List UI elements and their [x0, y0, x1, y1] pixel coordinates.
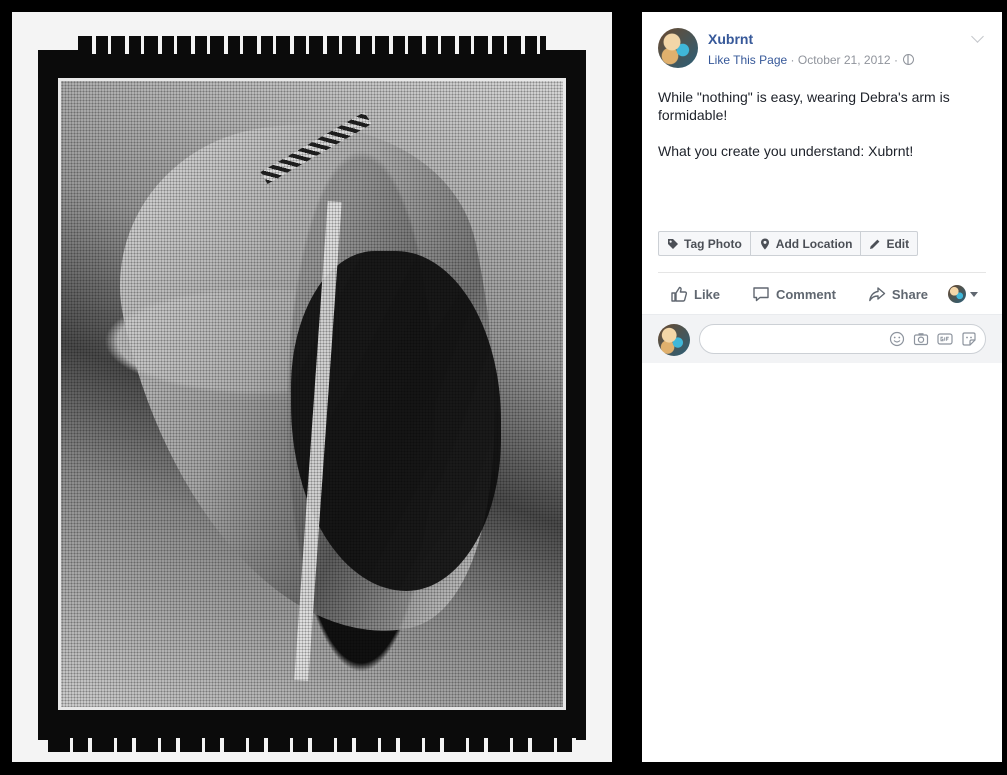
sticker-icon[interactable]: [961, 331, 977, 347]
add-location-button[interactable]: Add Location: [749, 231, 862, 256]
add-location-label: Add Location: [775, 236, 853, 251]
camera-icon[interactable]: [913, 331, 929, 347]
caret-icon: [969, 291, 978, 297]
divider: [658, 272, 986, 273]
reaction-bar: Like Comment Share: [658, 280, 986, 308]
comment-icon: [753, 287, 769, 302]
comment-field[interactable]: [699, 324, 986, 354]
comment-input[interactable]: [710, 331, 884, 349]
tag-photo-button[interactable]: Tag Photo: [658, 231, 751, 256]
post-panel: Xubrnt Like This Page · October 21, 2012…: [642, 12, 1002, 762]
polaroid-border: [38, 36, 586, 752]
post-meta: Like This Page · October 21, 2012 ·: [708, 53, 915, 67]
comment-button[interactable]: Comment: [740, 285, 848, 303]
page-avatar[interactable]: [658, 28, 698, 68]
post-header: Xubrnt Like This Page · October 21, 2012…: [658, 28, 986, 72]
edit-label: Edit: [886, 236, 910, 251]
emoji-icon[interactable]: [889, 331, 905, 347]
tag-icon: [668, 238, 678, 249]
post-photo[interactable]: [12, 12, 612, 762]
comment-composer: [642, 314, 1002, 363]
post-paragraph: What you create you understand: Xubrnt!: [658, 143, 914, 159]
like-icon: [671, 286, 688, 302]
photo-image: [58, 78, 566, 710]
post-text: While "nothing" is easy, wearing Debra's…: [658, 88, 978, 178]
tag-photo-label: Tag Photo: [684, 236, 742, 251]
chevron-down-icon[interactable]: [971, 30, 984, 43]
share-icon: [868, 287, 886, 302]
meta-separator: ·: [893, 53, 898, 67]
share-button[interactable]: Share: [856, 285, 940, 303]
like-label: Like: [694, 286, 721, 302]
photo-actions: Tag Photo Add Location Edit: [658, 231, 919, 256]
pencil-icon: [870, 239, 880, 249]
share-label: Share: [891, 286, 929, 302]
page-name-link[interactable]: Xubrnt: [708, 31, 753, 47]
commenter-avatar: [658, 324, 690, 356]
comment-tools: [889, 331, 977, 347]
post-paragraph: While "nothing" is easy, wearing Debra's…: [658, 89, 950, 123]
post-as-selector[interactable]: [947, 285, 986, 303]
edit-button[interactable]: Edit: [860, 231, 919, 256]
globe-icon[interactable]: [903, 54, 915, 65]
like-button[interactable]: Like: [658, 285, 732, 303]
comment-label: Comment: [775, 286, 836, 302]
location-icon: [760, 238, 769, 249]
meta-separator: ·: [790, 53, 795, 67]
gif-icon[interactable]: [937, 331, 953, 347]
avatar: [947, 285, 966, 303]
post-date[interactable]: October 21, 2012: [798, 53, 891, 67]
like-page-link[interactable]: Like This Page: [708, 53, 787, 67]
